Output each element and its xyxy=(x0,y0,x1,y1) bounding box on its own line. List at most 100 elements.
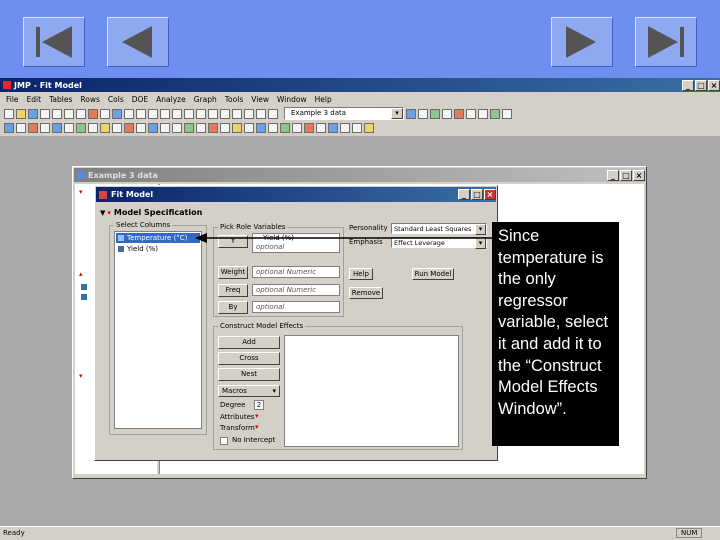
variability-icon[interactable] xyxy=(172,122,182,133)
transpose-icon[interactable] xyxy=(466,108,476,119)
join-icon[interactable] xyxy=(490,108,500,119)
no-intercept-checkbox[interactable] xyxy=(220,437,228,445)
lasso-tool-icon[interactable] xyxy=(208,108,218,119)
attributes-menu-icon[interactable]: ▾ xyxy=(255,412,259,420)
data-table-maximize-button[interactable]: □ xyxy=(620,169,632,181)
help-tool-icon[interactable] xyxy=(136,108,146,119)
taguchi-icon[interactable] xyxy=(256,122,266,133)
journal-icon[interactable] xyxy=(88,108,98,119)
transform-menu-icon[interactable]: ▾ xyxy=(255,423,259,431)
new-icon[interactable] xyxy=(4,108,14,119)
nonlinear-icon[interactable] xyxy=(40,122,50,133)
polygon-tool-icon[interactable] xyxy=(244,108,254,119)
augment-icon[interactable] xyxy=(268,122,278,133)
save-icon[interactable] xyxy=(28,108,38,119)
distribution-icon[interactable] xyxy=(4,122,14,133)
time-series-icon[interactable] xyxy=(340,122,350,133)
by-field[interactable]: optional xyxy=(252,301,340,313)
copy-icon[interactable] xyxy=(64,108,74,119)
paste-icon[interactable] xyxy=(76,108,86,119)
help-button[interactable]: Help xyxy=(349,268,373,280)
prediction-profiler-icon[interactable] xyxy=(292,122,302,133)
red-triangle-icon[interactable]: ▾ xyxy=(107,209,111,217)
fit-model-icon[interactable] xyxy=(28,122,38,133)
next-slide-button[interactable] xyxy=(551,17,613,67)
menu-tables[interactable]: Tables xyxy=(45,95,76,104)
menu-cols[interactable]: Cols xyxy=(104,95,128,104)
column-item-yield[interactable]: Yield (%) xyxy=(116,244,200,254)
add-button[interactable]: Add xyxy=(218,336,280,349)
response-surface-icon[interactable] xyxy=(220,122,230,133)
screening-icon[interactable] xyxy=(196,122,206,133)
contour-plot-icon[interactable] xyxy=(124,122,134,133)
menu-rows[interactable]: Rows xyxy=(76,95,104,104)
remove-button[interactable]: Remove xyxy=(349,287,383,299)
control-chart-icon[interactable] xyxy=(76,122,86,133)
column-item-temperature[interactable]: Temperature (°C) xyxy=(116,233,200,243)
sort-icon[interactable] xyxy=(430,108,440,119)
effects-list[interactable] xyxy=(284,335,459,447)
partition-icon[interactable] xyxy=(328,122,338,133)
weight-field[interactable]: optional Numeric xyxy=(252,266,340,278)
subset-icon[interactable] xyxy=(418,108,428,119)
by-button[interactable]: By xyxy=(218,301,248,314)
script-icon[interactable] xyxy=(112,108,122,119)
menu-window[interactable]: Window xyxy=(273,95,311,104)
stack-icon[interactable] xyxy=(442,108,452,119)
chevron-down-icon[interactable]: ▾ xyxy=(391,108,403,119)
chart-icon[interactable] xyxy=(100,122,110,133)
model-spec-header[interactable]: ▼ ▾ Model Specification xyxy=(100,207,400,218)
menu-graph[interactable]: Graph xyxy=(190,95,221,104)
bubble-plot-icon[interactable] xyxy=(136,122,146,133)
fit-model-close-button[interactable]: × xyxy=(484,189,496,200)
selection-tool-icon[interactable] xyxy=(148,108,158,119)
fit-model-minimize-button[interactable]: _ xyxy=(458,189,470,200)
overlay-plot-icon[interactable] xyxy=(88,122,98,133)
degree-field[interactable]: 2 xyxy=(254,400,264,410)
concatenate-icon[interactable] xyxy=(478,108,488,119)
multivariate-icon[interactable] xyxy=(52,122,62,133)
neural-net-icon[interactable] xyxy=(304,122,314,133)
freq-field[interactable]: optional Numeric xyxy=(252,284,340,296)
cross-button[interactable]: Cross xyxy=(218,352,280,365)
ternary-icon[interactable] xyxy=(160,122,170,133)
capability-icon[interactable] xyxy=(352,122,362,133)
fit-y-by-x-icon[interactable] xyxy=(16,122,26,133)
annotate-tool-icon[interactable] xyxy=(220,108,230,119)
split-icon[interactable] xyxy=(454,108,464,119)
scroller-tool-icon[interactable] xyxy=(268,108,278,119)
graph-builder-icon[interactable] xyxy=(364,122,374,133)
data-table-minimize-button[interactable]: _ xyxy=(607,169,619,181)
disclosure-arrow-icon[interactable]: ▼ xyxy=(100,209,105,217)
diagram-icon[interactable] xyxy=(184,122,194,133)
run-model-button[interactable]: Run Model xyxy=(412,268,454,280)
spinning-plot-icon[interactable] xyxy=(112,122,122,133)
print-icon[interactable] xyxy=(40,108,50,119)
freq-button[interactable]: Freq xyxy=(218,284,248,297)
close-button[interactable]: × xyxy=(708,79,720,91)
fit-model-maximize-button[interactable]: □ xyxy=(471,189,483,200)
simple-shape-tool-icon[interactable] xyxy=(256,108,266,119)
arrow-tool-icon[interactable] xyxy=(124,108,134,119)
data-table-close-button[interactable]: × xyxy=(633,169,645,181)
gaussian-process-icon[interactable] xyxy=(316,122,326,133)
menu-tools[interactable]: Tools xyxy=(221,95,247,104)
brush-tool-icon[interactable] xyxy=(196,108,206,119)
macros-select[interactable]: Macros ▾ xyxy=(218,385,280,397)
table-select[interactable]: Example 3 data ▾ xyxy=(284,107,404,120)
open-icon[interactable] xyxy=(16,108,26,119)
nest-button[interactable]: Nest xyxy=(218,368,280,381)
first-slide-button[interactable] xyxy=(23,17,85,67)
menu-doe[interactable]: DOE xyxy=(128,95,152,104)
last-slide-button[interactable] xyxy=(635,17,697,67)
grabber-tool-icon[interactable] xyxy=(172,108,182,119)
full-factorial-icon[interactable] xyxy=(232,122,242,133)
minimize-button[interactable]: _ xyxy=(682,79,694,91)
custom-design-icon[interactable] xyxy=(208,122,218,133)
maximize-button[interactable]: □ xyxy=(695,79,707,91)
menu-file[interactable]: File xyxy=(2,95,23,104)
update-icon[interactable] xyxy=(502,108,512,119)
survival-icon[interactable] xyxy=(64,122,74,133)
menu-help[interactable]: Help xyxy=(311,95,336,104)
magnifier-tool-icon[interactable] xyxy=(184,108,194,119)
